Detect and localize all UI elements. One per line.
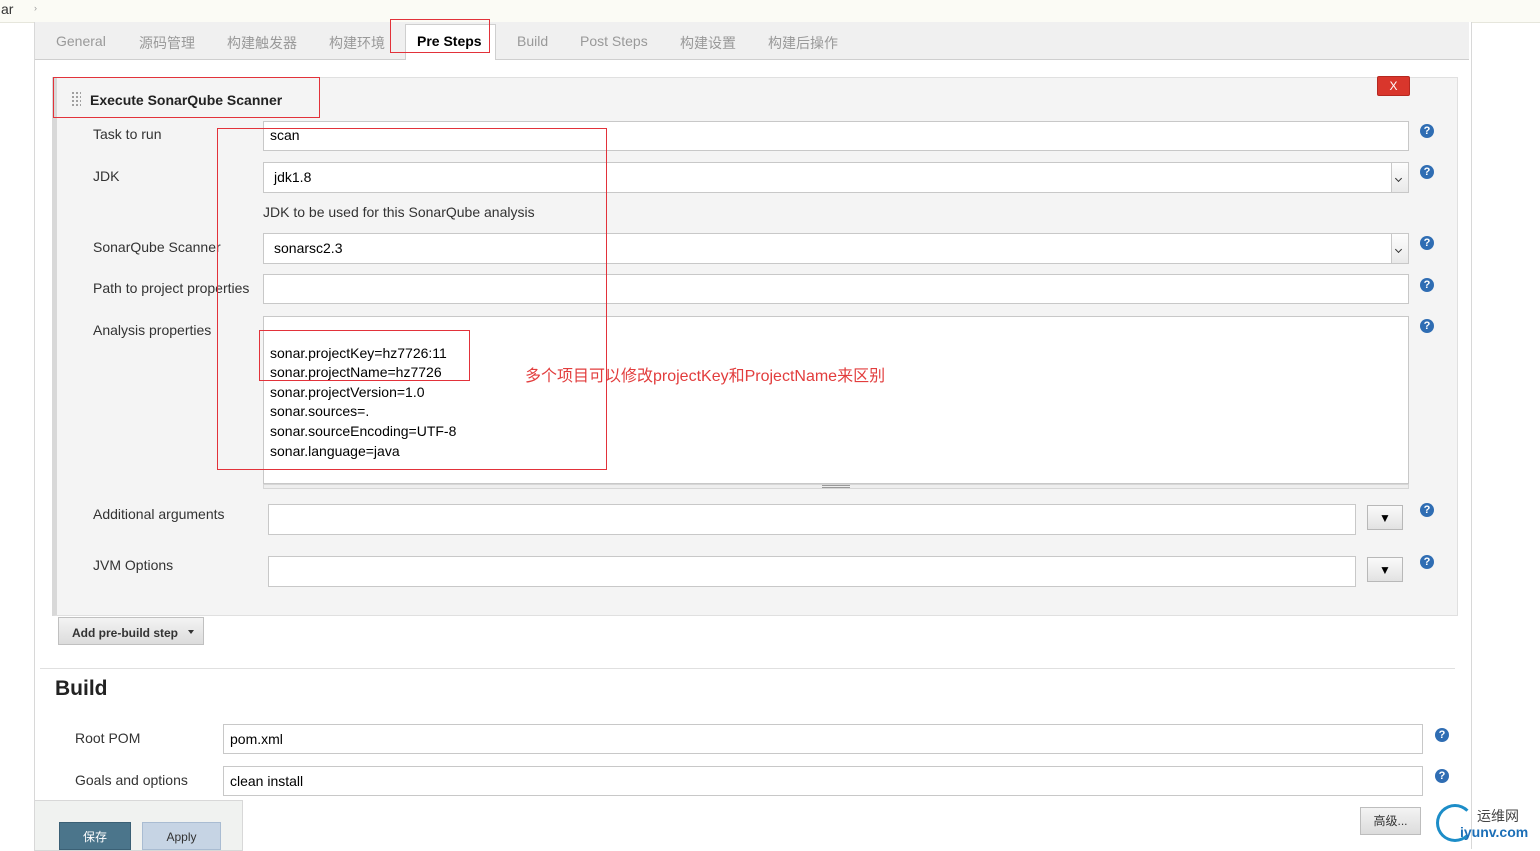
chevron-down-icon[interactable] — [1391, 234, 1408, 263]
delete-step-button[interactable]: X — [1377, 76, 1410, 96]
jvm-label: JVM Options — [93, 557, 174, 573]
analysis-line: sonar.projectVersion=1.0 — [270, 384, 425, 400]
analysis-textarea[interactable] — [263, 316, 1409, 484]
add-pre-build-step-button[interactable]: Add pre-build step — [58, 617, 204, 645]
tab-general[interactable]: General — [56, 33, 106, 49]
top-bar — [0, 0, 1540, 23]
root-pom-help-icon[interactable]: ? — [1435, 728, 1449, 742]
jdk-description: JDK to be used for this SonarQube analys… — [263, 204, 535, 220]
tab-pre-steps[interactable]: Pre Steps — [405, 24, 496, 60]
advanced-button[interactable]: 高级... — [1360, 807, 1421, 835]
build-heading: Build — [55, 677, 108, 700]
tab-source-control[interactable]: 源码管理 — [139, 33, 195, 53]
jdk-help-icon[interactable]: ? — [1420, 165, 1434, 179]
section-divider — [40, 668, 1455, 669]
breadcrumb-arrow-icon[interactable]: › — [34, 3, 37, 13]
additional-label: Additional arguments — [93, 506, 225, 522]
scanner-select[interactable]: sonarsc2.3 — [263, 233, 1409, 264]
jvm-help-icon[interactable]: ? — [1420, 555, 1434, 569]
root-pom-label: Root POM — [75, 730, 141, 746]
drag-handle-icon[interactable] — [71, 91, 81, 107]
goals-input[interactable]: clean install — [223, 766, 1423, 796]
apply-button[interactable]: Apply — [142, 822, 221, 850]
path-input[interactable] — [263, 274, 1409, 304]
root-pom-input[interactable]: pom.xml — [223, 724, 1423, 754]
tab-post-build-actions[interactable]: 构建后操作 — [768, 33, 838, 53]
path-help-icon[interactable]: ? — [1420, 278, 1434, 292]
chevron-down-icon[interactable] — [1391, 163, 1408, 192]
analysis-line: sonar.sourceEncoding=UTF-8 — [270, 423, 457, 439]
analysis-help-icon[interactable]: ? — [1420, 319, 1434, 333]
additional-input[interactable] — [268, 504, 1356, 535]
additional-help-icon[interactable]: ? — [1420, 503, 1434, 517]
add-pre-build-step-label: Add pre-build step — [72, 626, 178, 640]
save-button[interactable]: 保存 — [59, 822, 131, 850]
watermark-top-text: 运维网 — [1477, 808, 1519, 824]
tab-build[interactable]: Build — [517, 33, 548, 49]
jdk-select[interactable]: jdk1.8 — [263, 162, 1409, 193]
jvm-expand-button[interactable]: ▼ — [1367, 557, 1403, 582]
task-input[interactable]: scan — [263, 121, 1409, 151]
task-help-icon[interactable]: ? — [1420, 124, 1434, 138]
tab-post-steps[interactable]: Post Steps — [580, 33, 648, 49]
analysis-line: sonar.language=java — [270, 443, 400, 459]
tab-pre-steps-label: Pre Steps — [417, 33, 482, 49]
jvm-input[interactable] — [268, 556, 1356, 587]
analysis-line: sonar.projectKey=hz7726:11 — [270, 345, 447, 361]
breadcrumb[interactable]: ar — [1, 1, 13, 17]
task-label: Task to run — [93, 126, 162, 142]
analysis-line: sonar.sources=. — [270, 403, 370, 419]
scanner-help-icon[interactable]: ? — [1420, 236, 1434, 250]
scanner-select-value: sonarsc2.3 — [274, 240, 343, 256]
jdk-select-value: jdk1.8 — [274, 169, 312, 185]
goals-label: Goals and options — [75, 772, 188, 788]
resize-grip-icon[interactable] — [822, 485, 850, 488]
tab-build-environment[interactable]: 构建环境 — [329, 33, 385, 53]
goals-help-icon[interactable]: ? — [1435, 769, 1449, 783]
step-title: Execute SonarQube Scanner — [90, 92, 283, 108]
additional-expand-button[interactable]: ▼ — [1367, 505, 1403, 530]
analysis-line: sonar.projectName=hz7726 — [270, 364, 442, 380]
tab-build-settings[interactable]: 构建设置 — [680, 33, 736, 53]
watermark-bottom-text: iyunv.com — [1460, 824, 1529, 840]
path-label: Path to project properties — [93, 280, 250, 296]
annotation-note: 多个项目可以修改projectKey和ProjectName来区别 — [525, 368, 886, 385]
analysis-label: Analysis properties — [93, 322, 212, 338]
scanner-label: SonarQube Scanner — [93, 239, 221, 255]
caret-down-icon — [188, 630, 194, 634]
tab-build-triggers[interactable]: 构建触发器 — [227, 33, 297, 53]
jdk-label: JDK — [93, 168, 120, 184]
